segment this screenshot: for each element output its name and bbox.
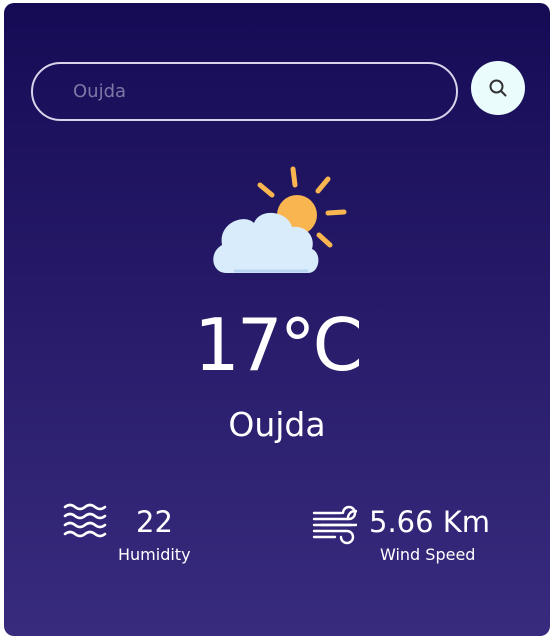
humidity-label: Humidity — [118, 545, 191, 564]
wind-speed-label: Wind Speed — [380, 545, 476, 564]
city-search-input[interactable] — [31, 62, 458, 121]
weather-card: 17°C Oujda 22 Humidity 5.66 Km Wind Spee… — [4, 3, 550, 636]
humidity-value: 22 — [136, 505, 173, 539]
search-button[interactable] — [471, 61, 525, 115]
city-name: Oujda — [228, 405, 326, 444]
wind-speed-value: 5.66 Km — [369, 505, 491, 539]
water-waves-icon — [63, 503, 107, 538]
wind-icon — [312, 505, 357, 545]
partly-cloudy-icon — [213, 166, 347, 273]
search-icon — [489, 79, 507, 97]
temperature-value: 17°C — [194, 303, 363, 387]
